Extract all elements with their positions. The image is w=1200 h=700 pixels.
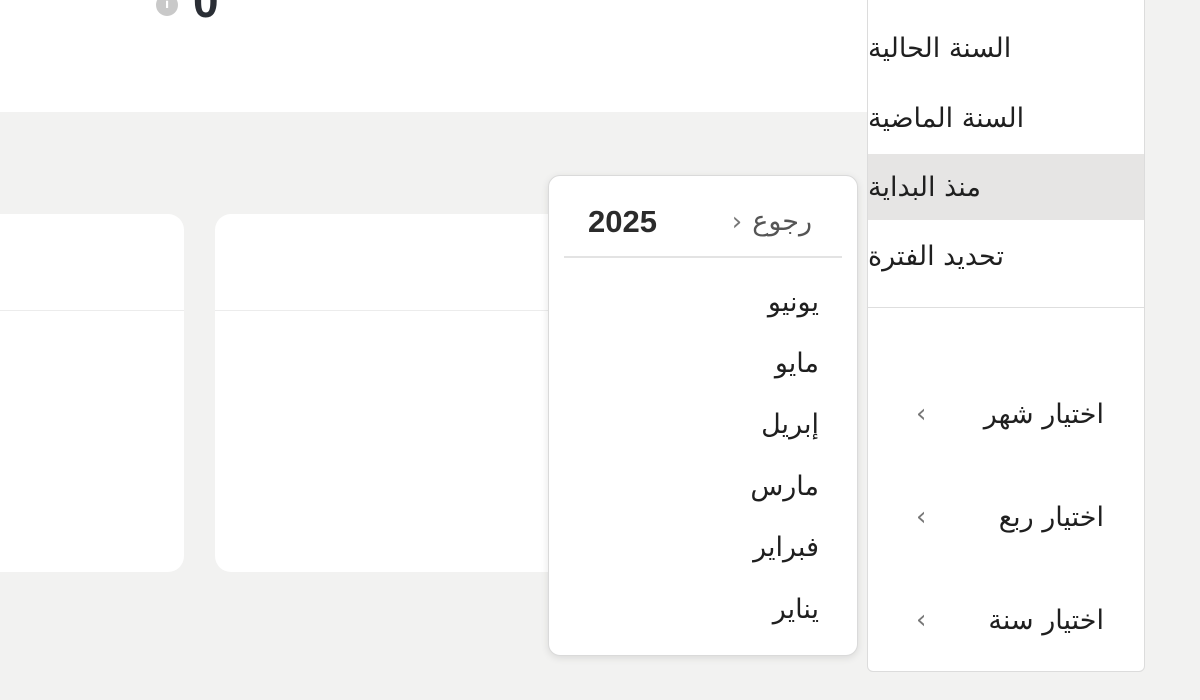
summary-value: 0 — [193, 0, 219, 27]
back-button[interactable]: رجوع ‹ — [732, 206, 812, 237]
menu-divider — [868, 307, 1144, 308]
submenu-choose-month[interactable]: اختيار شهر ‹ — [868, 385, 1144, 445]
menu-item-current-year[interactable]: السنة الحالية — [868, 15, 1144, 81]
menu-item-custom-period[interactable]: تحديد الفترة — [868, 223, 1144, 289]
month-picker-popover: رجوع ‹ 2025 يونيو مايو إبريل مارس فبراير… — [548, 175, 858, 656]
submenu-choose-year[interactable]: اختيار سنة ‹ — [868, 591, 1144, 651]
month-item-february[interactable]: فبراير — [753, 532, 819, 563]
period-menu: السنة الحالية السنة الماضية منذ البداية … — [867, 0, 1145, 672]
chevron-left-icon: ‹ — [731, 206, 743, 237]
top-summary-bar: i 0 — [0, 0, 868, 112]
popover-divider — [564, 256, 842, 258]
back-label: رجوع — [752, 206, 812, 237]
submenu-choose-quarter[interactable]: اختيار ربع ‹ — [868, 488, 1144, 548]
month-item-may[interactable]: مايو — [775, 348, 819, 379]
month-item-june[interactable]: يونيو — [768, 287, 819, 318]
chevron-left-icon: ‹ — [916, 605, 927, 635]
submenu-label: اختيار ربع — [998, 502, 1104, 533]
menu-item-last-year[interactable]: السنة الماضية — [868, 85, 1144, 151]
month-item-january[interactable]: يناير — [773, 594, 819, 625]
chevron-left-icon: ‹ — [916, 399, 927, 429]
month-item-april[interactable]: إبريل — [761, 409, 819, 440]
year-label: 2025 — [588, 204, 657, 239]
stat-card-left — [0, 214, 184, 572]
chevron-left-icon: ‹ — [916, 502, 927, 532]
submenu-label: اختيار سنة — [988, 605, 1104, 636]
info-icon[interactable]: i — [156, 0, 178, 16]
menu-item-since-start[interactable]: منذ البداية — [868, 154, 1144, 220]
card-divider — [0, 310, 184, 311]
month-item-march[interactable]: مارس — [750, 471, 819, 502]
submenu-label: اختيار شهر — [983, 399, 1104, 430]
